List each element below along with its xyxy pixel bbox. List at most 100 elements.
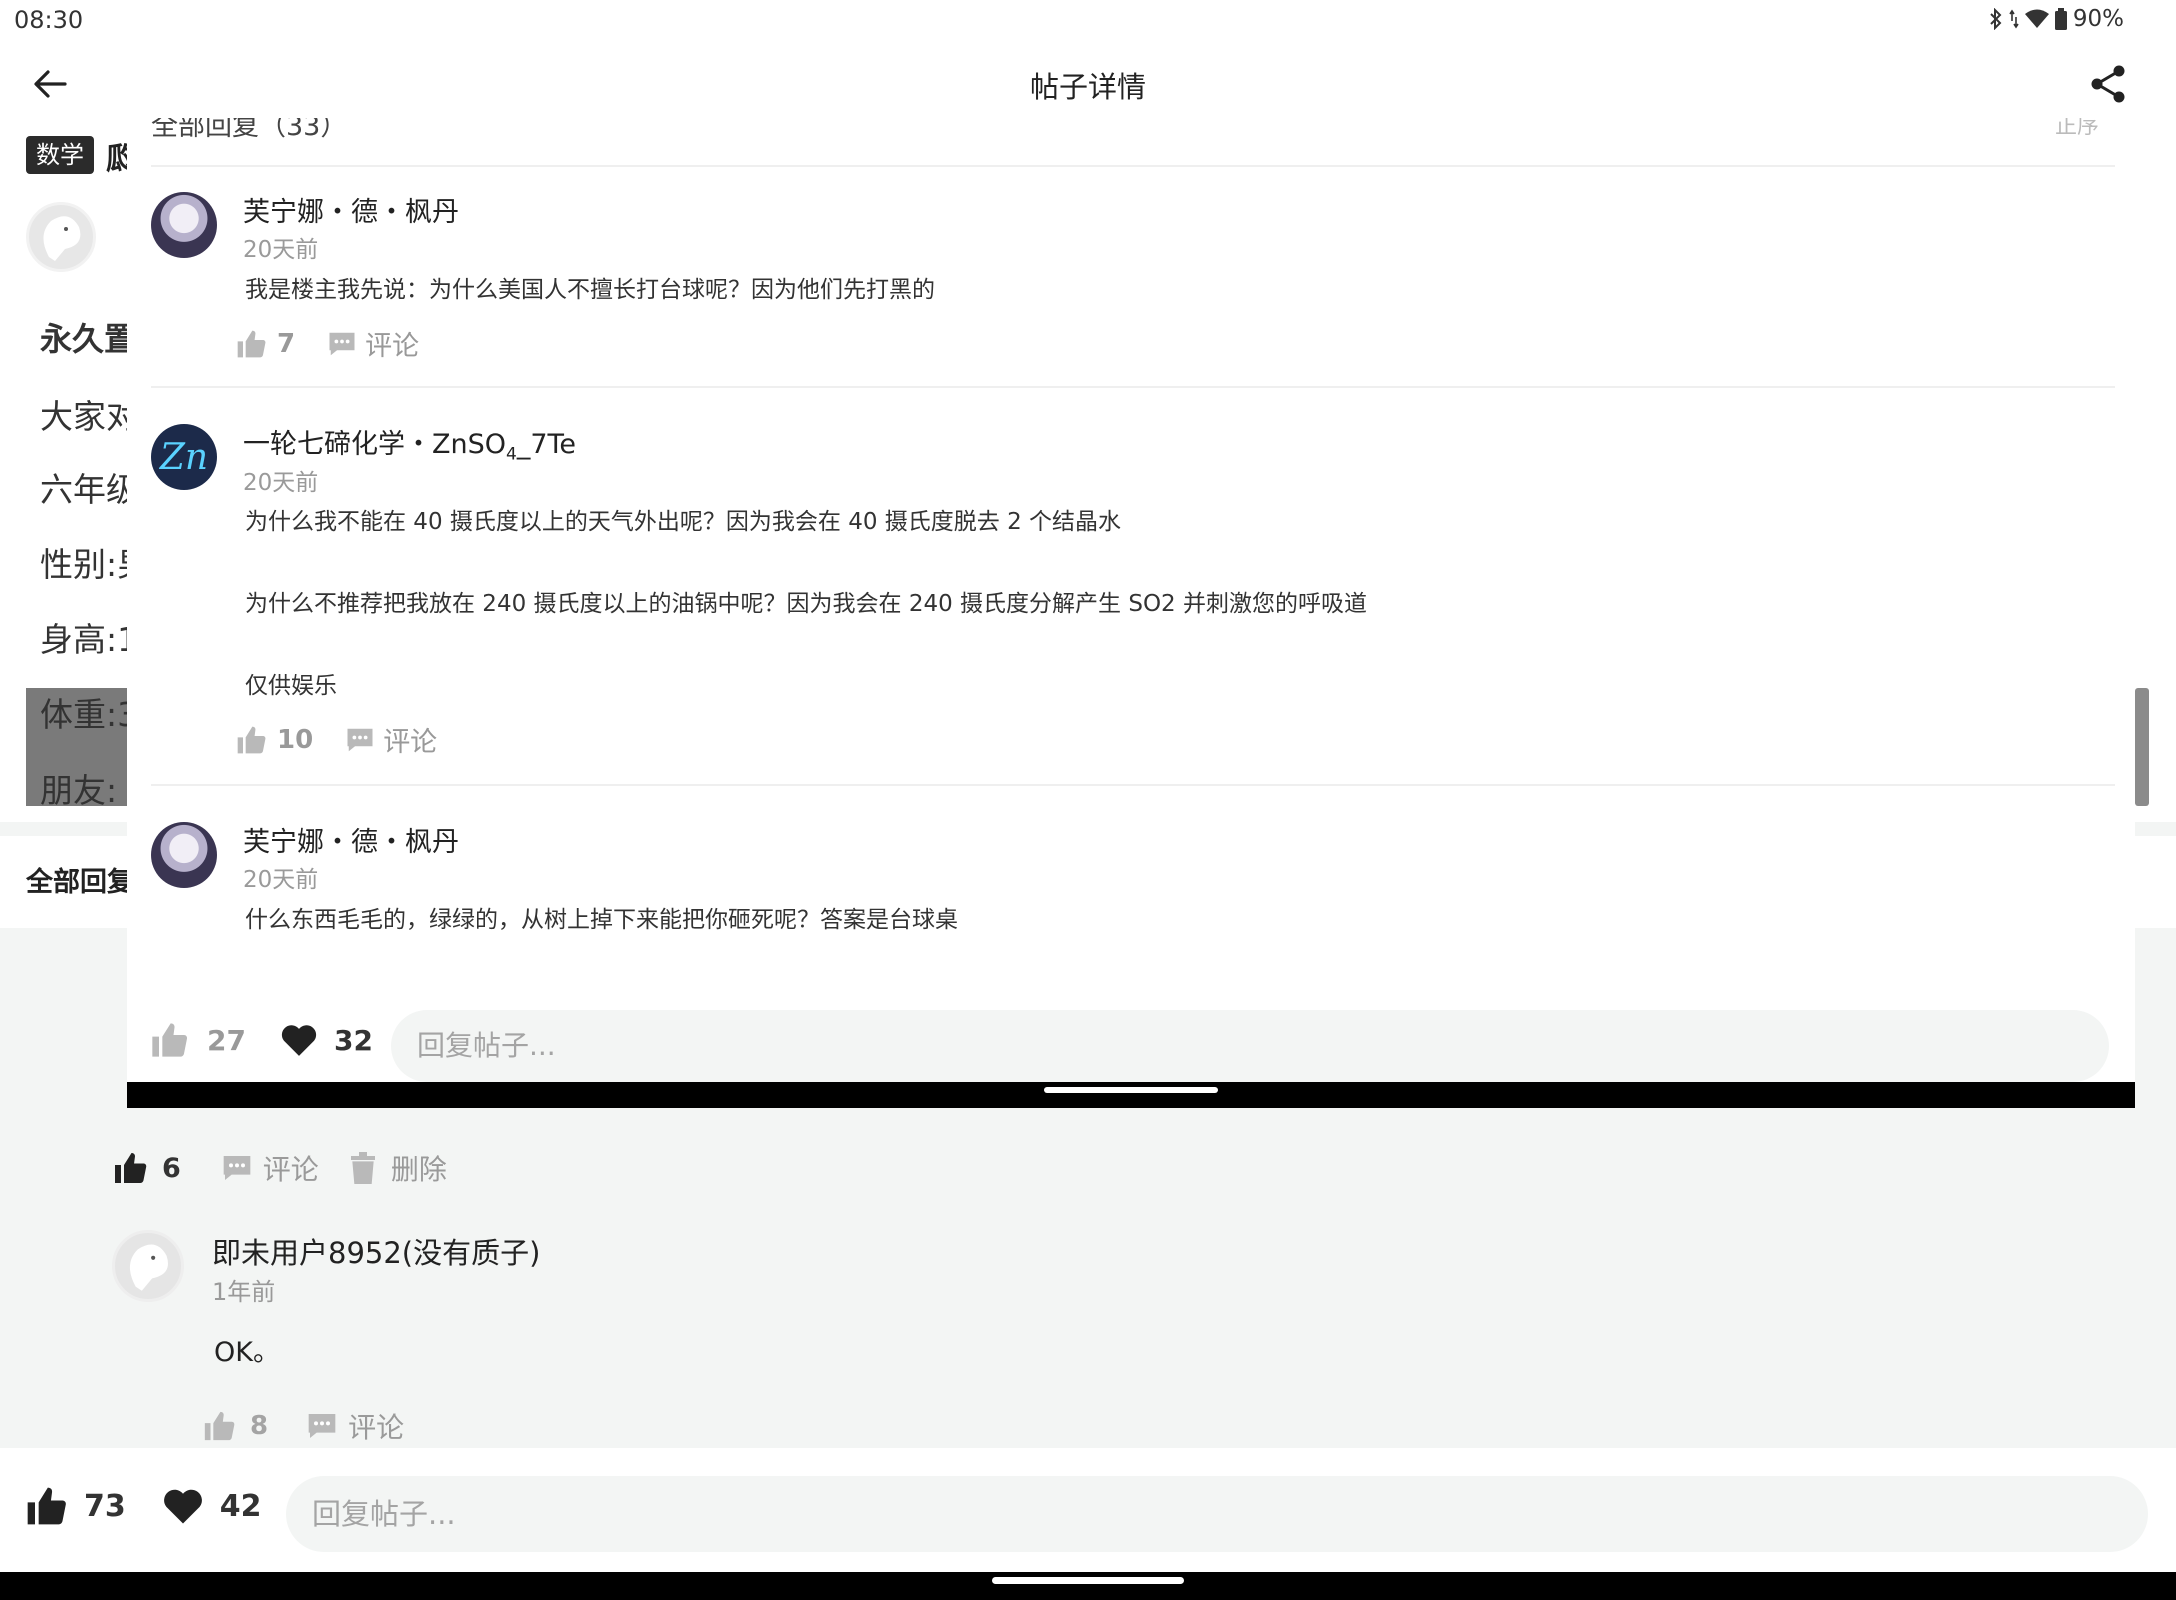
- reply-actions: 8 评论: [202, 1406, 404, 1446]
- comment-button[interactable]: 评论: [345, 720, 437, 759]
- share-icon: [2091, 65, 2125, 103]
- comment-user-name[interactable]: 一轮七碲化学・ZnSO4_7Te: [243, 422, 576, 464]
- like-button[interactable]: 7: [235, 328, 295, 360]
- post-like-count: 27: [207, 1023, 246, 1057]
- bluetooth-icon: [1989, 8, 2003, 30]
- reply-time: 1年前: [212, 1278, 276, 1306]
- subject-tag[interactable]: 数学: [26, 136, 94, 174]
- reply-text: OK。: [214, 1337, 280, 1368]
- data-arrows-icon: [2009, 8, 2019, 30]
- like-count: 10: [277, 724, 314, 755]
- comment-text: 什么东西毛毛的，绿绿的，从树上掉下来能把你砸死呢？答案是台球桌: [245, 907, 958, 933]
- reply-actions: 6 评论 删除: [112, 1148, 447, 1188]
- divider: [151, 165, 2115, 167]
- post-favorite-button[interactable]: 32: [280, 1022, 373, 1058]
- divider: [151, 386, 2115, 388]
- comment-label: 评论: [365, 331, 420, 362]
- comment-text-line: 仅供娱乐: [245, 673, 337, 699]
- heart-icon: [163, 1489, 202, 1524]
- user-name-suffix: _7Te: [516, 429, 577, 460]
- comment-label: 评论: [383, 727, 438, 758]
- comment-button[interactable]: 评论: [327, 324, 419, 363]
- floating-window-handle-bar: [127, 1082, 2135, 1108]
- comment-avatar[interactable]: [151, 822, 217, 888]
- post-reply-input[interactable]: 回复帖子...: [286, 1476, 2148, 1552]
- thumb-up-icon: [204, 1411, 235, 1441]
- comment-button[interactable]: 评论: [221, 1148, 319, 1188]
- post-reply-input[interactable]: 回复帖子...: [391, 1010, 2109, 1082]
- like-button[interactable]: 10: [235, 724, 313, 756]
- post-line: 大家对: [40, 397, 139, 436]
- comment-actions: 7 评论: [235, 324, 419, 363]
- like-button[interactable]: 6: [112, 1150, 181, 1186]
- post-line: 身高:1: [40, 620, 139, 659]
- delete-button[interactable]: 删除: [349, 1148, 447, 1188]
- post-like-button[interactable]: 27: [149, 1020, 246, 1060]
- comment-text: 我是楼主我先说：为什么美国人不擅长打台球呢？因为他们先打黑的: [245, 277, 935, 303]
- like-count: 6: [162, 1152, 181, 1184]
- like-count: 8: [250, 1411, 269, 1441]
- comment-time: 20天前: [243, 470, 319, 496]
- comment-text-line: 为什么不推荐把我放在 240 摄氏度以上的油锅中呢？因为我会在 240 摄氏度分…: [245, 591, 1368, 617]
- post-reactions: 27 32: [149, 1020, 373, 1060]
- post-reactions: 73 42: [24, 1484, 262, 1528]
- post-like-button[interactable]: 73: [24, 1484, 126, 1528]
- status-icons: 90%: [1989, 6, 2124, 32]
- wifi-icon: [2024, 9, 2049, 29]
- all-replies-heading: 全部回复: [26, 867, 134, 898]
- post-line: 六年级: [40, 470, 139, 509]
- reply-user-avatar[interactable]: [112, 1230, 184, 1302]
- floating-window: 全部回复（33） 正序 芙宁娜・德・枫丹 20天前 我是楼主我先说：为什么美国人…: [127, 118, 2135, 1108]
- bottom-action-bar: 73 42 回复帖子...: [0, 1448, 2176, 1572]
- heart-icon: [281, 1025, 317, 1056]
- reply-user-name[interactable]: 即未用户8952(没有质子): [212, 1230, 540, 1272]
- thumb-up-icon: [152, 1023, 188, 1057]
- thumb-up-icon: [237, 726, 266, 753]
- author-avatar[interactable]: [26, 202, 96, 272]
- sort-selector[interactable]: 正序: [2055, 118, 2099, 140]
- comment-avatar[interactable]: [151, 192, 217, 258]
- home-gesture-handle[interactable]: [992, 1577, 1184, 1584]
- battery-level: 90%: [2072, 6, 2124, 32]
- comment-button[interactable]: 评论: [306, 1406, 404, 1446]
- delete-label: 删除: [390, 1153, 447, 1186]
- post-favorite-button[interactable]: 42: [162, 1486, 262, 1526]
- comment-user-name[interactable]: 芙宁娜・德・枫丹: [243, 190, 459, 229]
- like-button[interactable]: 8: [202, 1409, 268, 1443]
- status-bar: 08:30 90%: [0, 0, 2176, 44]
- comment-user-name[interactable]: 芙宁娜・德・枫丹: [243, 820, 459, 859]
- comment-icon: [347, 728, 373, 751]
- comment-avatar[interactable]: Zn: [151, 424, 217, 490]
- comment-icon: [329, 332, 355, 355]
- post-line: 体重:3: [40, 695, 139, 734]
- trash-icon: [350, 1152, 375, 1184]
- comment-time: 20天前: [243, 867, 319, 893]
- thumb-up-icon: [237, 330, 266, 357]
- avatar-text: Zn: [159, 436, 209, 478]
- all-replies-heading: 全部回复（33）: [151, 118, 348, 142]
- comment-label: 评论: [348, 1411, 405, 1444]
- post-like-count: 73: [84, 1488, 126, 1524]
- comment-text-line: 为什么我不能在 40 摄氏度以上的天气外出呢？因为我会在 40 摄氏度脱去 2 …: [245, 509, 1122, 535]
- scrollbar[interactable]: [2135, 688, 2149, 806]
- like-count: 7: [277, 328, 296, 359]
- battery-icon: [2054, 8, 2067, 30]
- share-button[interactable]: [2084, 60, 2132, 108]
- app-bar: 帖子详情: [0, 44, 2176, 124]
- status-time: 08:30: [14, 6, 84, 34]
- user-name-subscript: 4: [506, 444, 517, 465]
- post-favorite-count: 32: [333, 1023, 373, 1057]
- user-name-prefix: 一轮七碲化学・ZnSO: [243, 429, 506, 460]
- window-drag-handle[interactable]: [1044, 1087, 1218, 1093]
- thumb-up-icon: [27, 1487, 66, 1525]
- post-line: 永久置: [40, 320, 137, 358]
- comment-icon: [308, 1414, 336, 1438]
- comment-time: 20天前: [243, 237, 319, 263]
- post-favorite-count: 42: [219, 1488, 262, 1524]
- page-title: 帖子详情: [1029, 70, 1146, 104]
- comment-icon: [223, 1156, 251, 1180]
- comment-label: 评论: [262, 1153, 319, 1186]
- thumb-up-icon: [115, 1153, 147, 1183]
- divider: [151, 784, 2115, 786]
- post-line: 朋友:: [40, 771, 118, 810]
